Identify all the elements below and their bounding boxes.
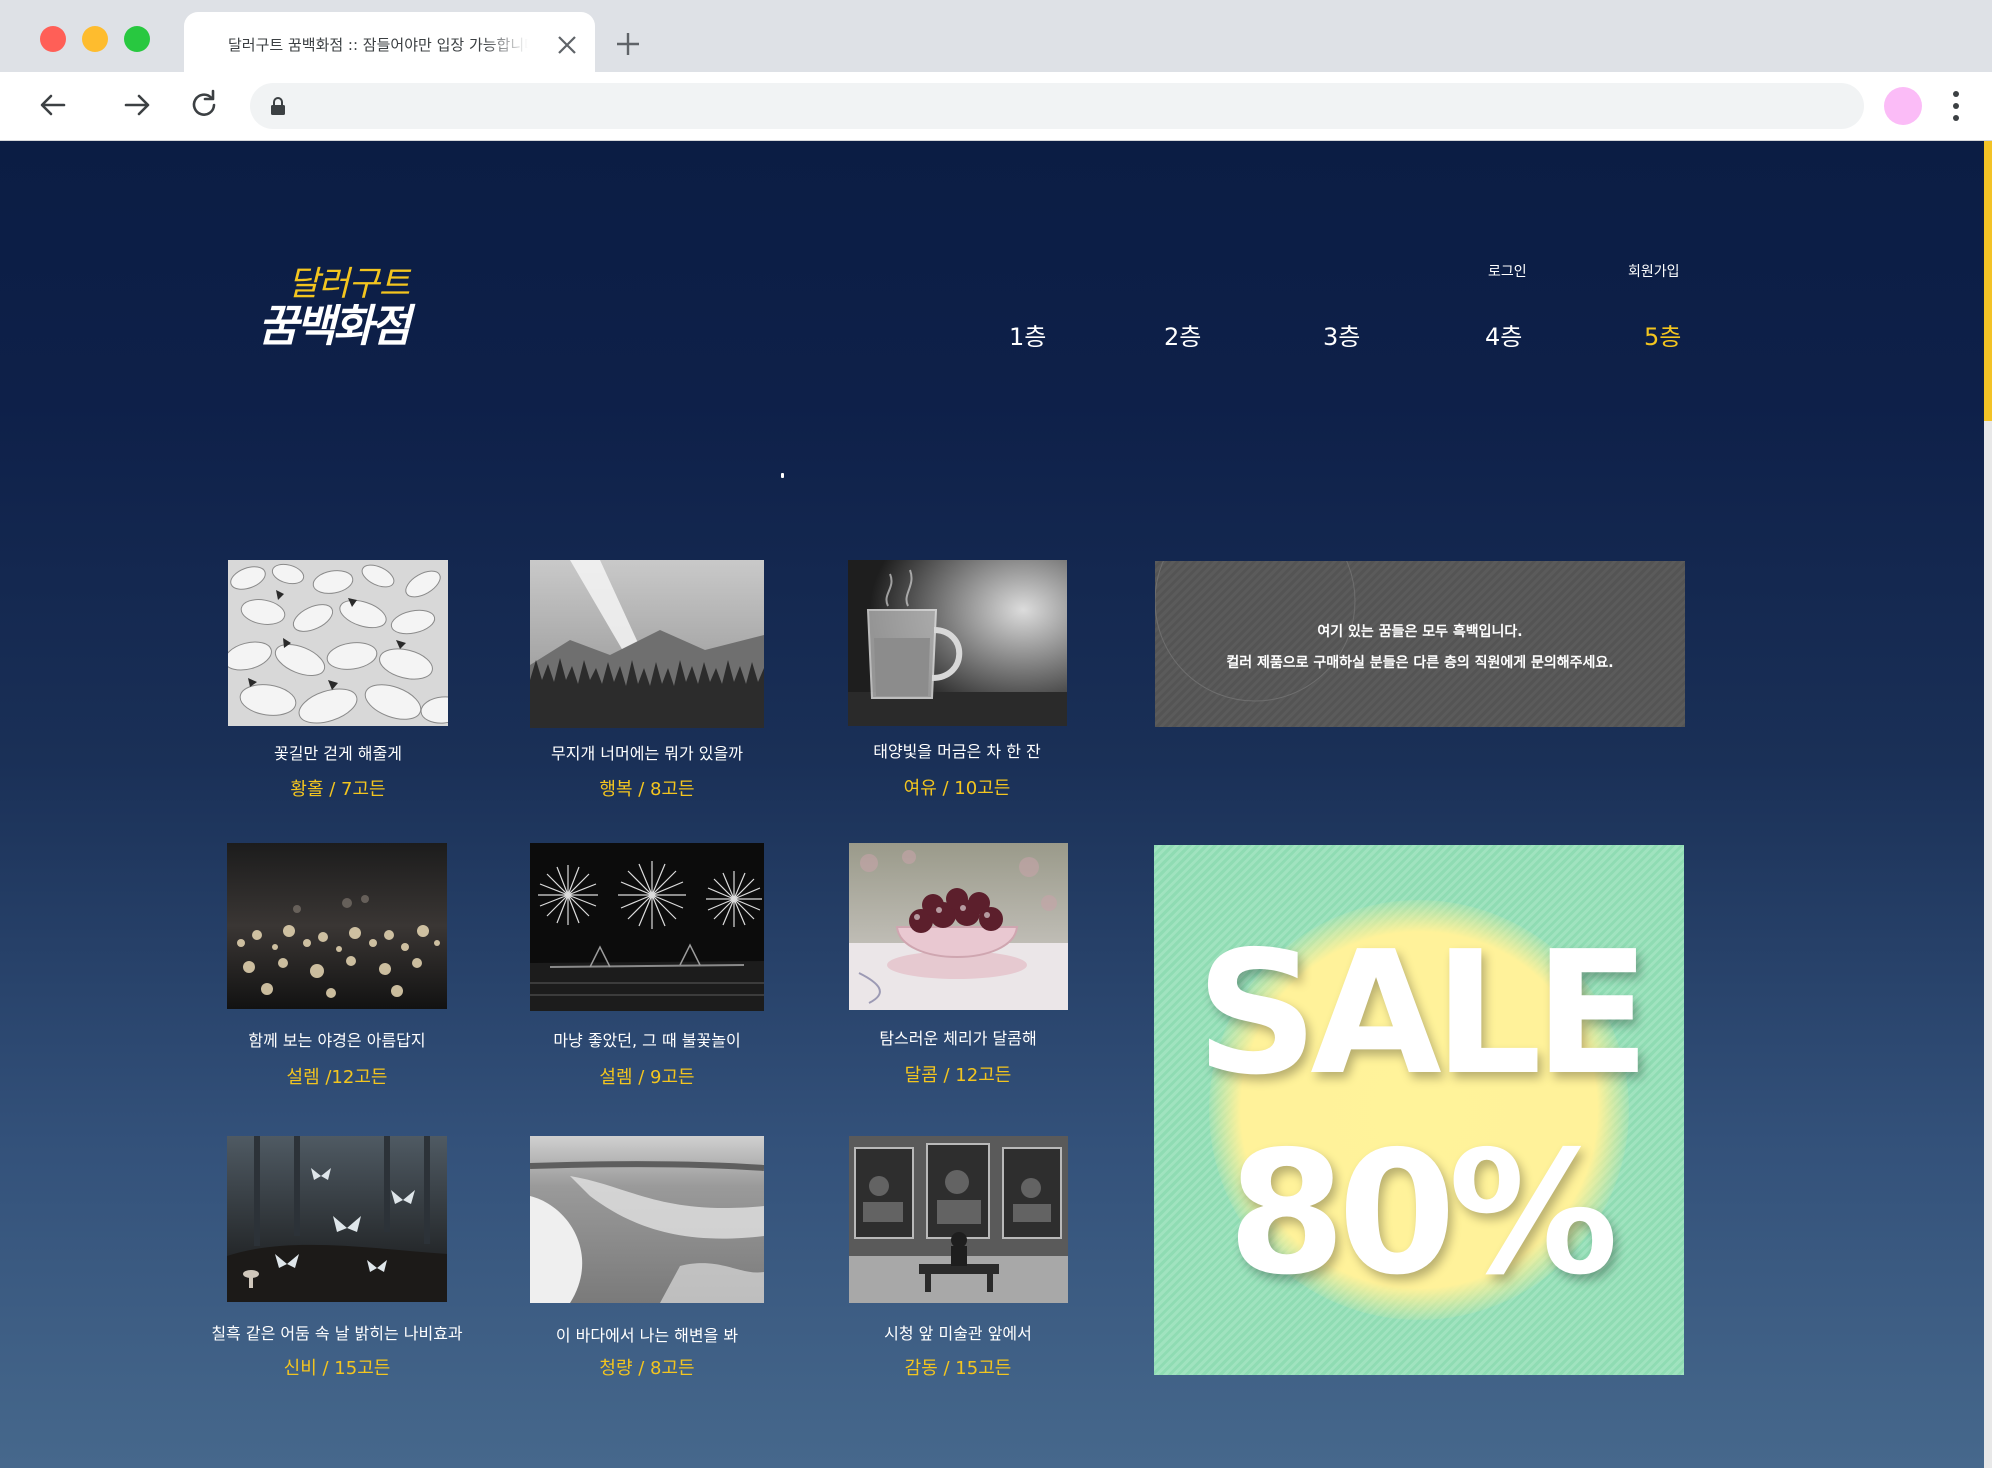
product-price: 설렘 / 9고든 [599, 1067, 695, 1088]
nav-floor-4[interactable]: 4층 [1485, 317, 1522, 352]
window-maximize-button[interactable] [124, 26, 150, 52]
product-card[interactable]: 마냥 좋았던, 그 때 불꽃놀이 설렘 / 9고든 [497, 843, 797, 1088]
back-arrow-icon[interactable] [36, 88, 70, 122]
product-image-tea-cup[interactable] [848, 560, 1067, 726]
product-name: 마냥 좋았던, 그 때 불꽃놀이 [553, 1031, 741, 1050]
decorative-dot [781, 473, 784, 478]
scrollbar-track[interactable] [1984, 141, 1992, 1468]
product-image-butterflies[interactable] [227, 1136, 447, 1302]
product-name: 탐스러운 체리가 달콤해 [879, 1029, 1037, 1048]
product-name: 꽃길만 걷게 해줄게 [274, 744, 402, 763]
product-price: 행복 / 8고든 [599, 779, 695, 800]
product-card[interactable]: 칠흑 같은 어둠 속 날 밝히는 나비효과 신비 / 15고든 [187, 1136, 487, 1379]
notice-decoration [1155, 561, 1356, 702]
browser-tab[interactable]: 달러구트 꿈백화점 :: 잠들어야만 입장 가능합니다 [184, 12, 595, 74]
kebab-menu-icon[interactable] [1944, 86, 1968, 126]
product-price: 신비 / 15고든 [283, 1358, 391, 1379]
browser-tab-strip: 달러구트 꿈백화점 :: 잠들어야만 입장 가능합니다 [0, 0, 1992, 74]
reload-icon[interactable] [187, 88, 221, 122]
notice-line2: 컬러 제품으로 구매하실 분들은 다른 층의 직원에게 문의해주세요. [1226, 655, 1614, 671]
product-name: 함께 보는 야경은 아름답지 [248, 1031, 426, 1050]
product-name: 이 바다에서 나는 해변을 봐 [555, 1326, 739, 1345]
product-price: 황홀 / 7고든 [290, 779, 386, 800]
nav-floor-5[interactable]: 5층 [1644, 317, 1681, 352]
product-price: 설렘 /12고든 [286, 1067, 388, 1088]
product-image-beach[interactable] [530, 1136, 764, 1303]
product-image-petals[interactable] [228, 560, 448, 726]
window-close-button[interactable] [40, 26, 66, 52]
product-price: 청량 / 8고든 [599, 1358, 695, 1379]
product-price: 감동 / 15고든 [904, 1358, 1012, 1379]
lock-icon [271, 97, 285, 115]
product-name: 무지개 너머에는 뭐가 있을까 [551, 744, 743, 763]
product-card[interactable]: 태양빛을 머금은 차 한 잔 여유 / 10고든 [807, 560, 1107, 799]
signup-link[interactable]: 회원가입 [1628, 261, 1680, 281]
nav-floor-3[interactable]: 3층 [1323, 317, 1360, 352]
notice-line1: 여기 있는 꿈들은 모두 흑백입니다. [1317, 624, 1523, 640]
product-image-night-view[interactable] [227, 843, 447, 1009]
page-viewport: 달러구트 꿈백화점 로그인 회원가입 1층 2층 3층 4층 5층 꽃길만 걷게… [0, 141, 1992, 1468]
product-price: 달콤 / 12고든 [904, 1065, 1012, 1086]
product-image-fireworks[interactable] [530, 843, 764, 1011]
address-bar[interactable] [250, 83, 1864, 129]
scrollbar-thumb[interactable] [1984, 141, 1992, 421]
nav-floor-1[interactable]: 1층 [1009, 317, 1046, 352]
tab-title: 달러구트 꿈백화점 :: 잠들어야만 입장 가능합니다 [228, 36, 528, 54]
product-image-rainbow-forest[interactable] [530, 560, 764, 728]
product-name: 시청 앞 미술관 앞에서 [884, 1324, 1032, 1343]
product-card[interactable]: 이 바다에서 나는 해변을 봐 청량 / 8고든 [497, 1136, 797, 1379]
product-image-cherries[interactable] [849, 843, 1068, 1010]
notice-box: 여기 있는 꿈들은 모두 흑백입니다. 컬러 제품으로 구매하실 분들은 다른 … [1155, 561, 1685, 727]
nav-floor-2[interactable]: 2층 [1164, 317, 1201, 352]
product-image-museum[interactable] [849, 1136, 1068, 1303]
sale-banner[interactable]: SALE 80% [1154, 845, 1684, 1375]
product-card[interactable]: 탐스러운 체리가 달콤해 달콤 / 12고든 [808, 843, 1108, 1086]
sale-percent: 80% [1227, 1115, 1619, 1313]
product-price: 여유 / 10고든 [903, 778, 1011, 799]
plus-icon[interactable] [614, 30, 642, 58]
logo-line2: 꿈백화점 [258, 301, 411, 352]
profile-avatar[interactable] [1884, 87, 1922, 125]
sale-text: SALE [1195, 915, 1650, 1113]
close-icon[interactable] [556, 34, 578, 56]
site-logo[interactable]: 달러구트 꿈백화점 [258, 256, 438, 356]
product-name: 태양빛을 머금은 차 한 잔 [873, 742, 1041, 761]
product-name: 칠흑 같은 어둠 속 날 밝히는 나비효과 [211, 1324, 463, 1343]
product-card[interactable]: 함께 보는 야경은 아름답지 설렘 /12고든 [187, 843, 487, 1088]
login-link[interactable]: 로그인 [1488, 261, 1527, 281]
product-card[interactable]: 무지개 너머에는 뭐가 있을까 행복 / 8고든 [497, 560, 797, 800]
forward-arrow-icon[interactable] [120, 88, 154, 122]
product-card[interactable]: 시청 앞 미술관 앞에서 감동 / 15고든 [808, 1136, 1108, 1379]
window-minimize-button[interactable] [82, 26, 108, 52]
browser-toolbar [0, 72, 1992, 141]
product-card[interactable]: 꽃길만 걷게 해줄게 황홀 / 7고든 [188, 560, 488, 800]
